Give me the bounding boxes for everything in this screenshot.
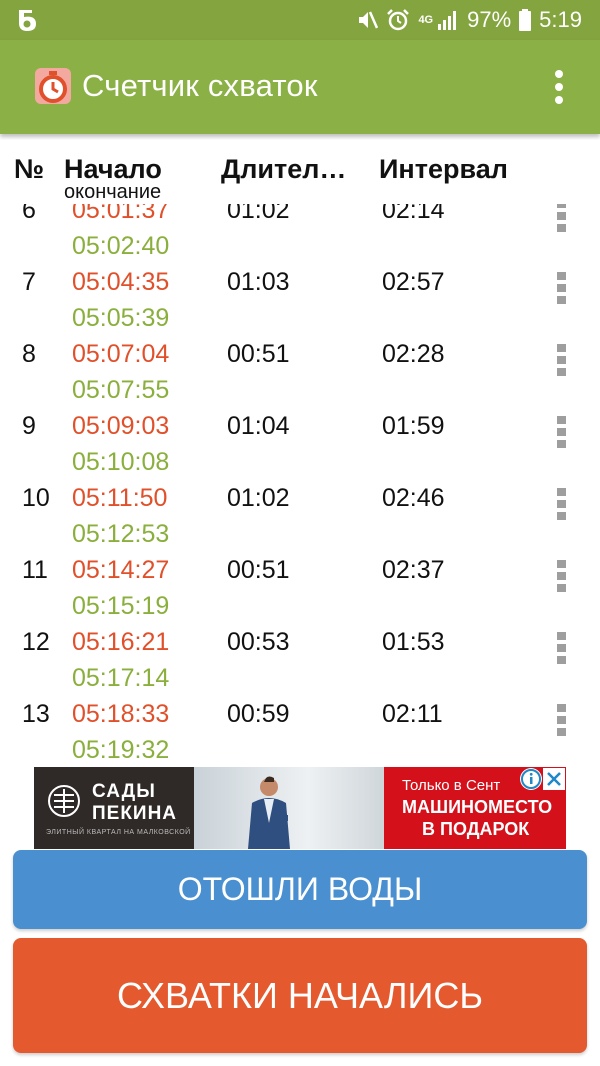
row-menu-icon[interactable]: [557, 416, 567, 450]
end-time: 05:12:53: [72, 520, 170, 548]
ad-photo: [194, 767, 384, 849]
start-time: 05:04:35: [72, 268, 170, 296]
start-time: 05:09:03: [72, 412, 170, 440]
row-menu-icon[interactable]: [557, 200, 567, 234]
battery-icon: [519, 9, 532, 31]
header-end[interactable]: окончание: [64, 181, 161, 204]
interval: 02:46: [382, 484, 445, 512]
status-icons: 4G 97% 5:19: [356, 0, 582, 40]
row-menu-icon[interactable]: [557, 632, 567, 666]
signal-icon: [438, 11, 457, 30]
contractions-started-button[interactable]: СХВАТКИ НАЧАЛИСЬ: [13, 938, 587, 1053]
interval: 01:53: [382, 628, 445, 656]
duration: 01:04: [227, 412, 290, 440]
duration: 00:59: [227, 700, 290, 728]
interval: 02:57: [382, 268, 445, 296]
table-header: № Начало окончание Длител… Интервал: [0, 140, 600, 204]
end-time: 05:02:40: [72, 232, 170, 260]
ad-offer-panel: Только в Сент МАШИНОМЕСТО В ПОДАРОК: [384, 767, 566, 849]
contractions-list[interactable]: 6 05:01:37 05:02:40 01:02 02:14 7 05:04:…: [0, 140, 600, 768]
table-row[interactable]: 11 05:14:27 05:15:19 00:51 02:37: [0, 552, 600, 624]
start-time: 05:11:50: [72, 484, 168, 512]
table-row[interactable]: 12 05:16:21 05:17:14 00:53 01:53: [0, 624, 600, 696]
overflow-menu-icon[interactable]: [554, 70, 564, 106]
ad-info-icon[interactable]: [520, 768, 542, 790]
row-number: 11: [22, 556, 48, 584]
app-notification-icon: [19, 10, 36, 31]
duration: 00:51: [227, 340, 290, 368]
ad-close-icon[interactable]: [543, 768, 565, 790]
alarm-icon: [387, 9, 410, 31]
row-number: 13: [22, 700, 50, 728]
interval: 02:28: [382, 340, 445, 368]
end-time: 05:07:55: [72, 376, 170, 404]
duration: 01:03: [227, 268, 290, 296]
row-number: 12: [22, 628, 50, 656]
start-time: 05:16:21: [72, 628, 170, 656]
row-number: 9: [22, 412, 36, 440]
start-time: 05:07:04: [72, 340, 170, 368]
start-time: 05:14:27: [72, 556, 170, 584]
row-number: 8: [22, 340, 36, 368]
water-broke-button[interactable]: ОТОШЛИ ВОДЫ: [13, 850, 587, 929]
app-title: Счетчик схваток: [82, 68, 318, 103]
end-time: 05:05:39: [72, 304, 170, 332]
end-time: 05:17:14: [72, 664, 170, 692]
table-row[interactable]: 8 05:07:04 05:07:55 00:51 02:28: [0, 336, 600, 408]
ad-banner[interactable]: САДЫ ПЕКИНА ЭЛИТНЫЙ КВАРТАЛ НА МАЛКОВСКО…: [34, 767, 566, 849]
app-bar: Счетчик схваток: [0, 40, 600, 134]
battery-percent: 97%: [467, 7, 512, 32]
ad-offer-line1: МАШИНОМЕСТО: [402, 797, 553, 817]
end-time: 05:15:19: [72, 592, 170, 620]
header-duration[interactable]: Длител…: [221, 154, 346, 185]
mute-icon: [359, 11, 379, 29]
ad-tagline: ЭЛИТНЫЙ КВАРТАЛ НА МАЛКОВСКОЙ: [46, 829, 191, 836]
row-number: 7: [22, 268, 36, 296]
ad-person-image: [248, 776, 290, 849]
header-number[interactable]: №: [14, 154, 44, 185]
ad-brand-panel: САДЫ ПЕКИНА ЭЛИТНЫЙ КВАРТАЛ НА МАЛКОВСКО…: [34, 767, 194, 849]
row-number: 10: [22, 484, 50, 512]
duration: 00:51: [227, 556, 290, 584]
end-time: 05:10:08: [72, 448, 170, 476]
interval: 01:59: [382, 412, 445, 440]
table-row[interactable]: 13 05:18:33 05:19:32 00:59 02:11: [0, 696, 600, 768]
row-menu-icon[interactable]: [557, 704, 567, 738]
row-menu-icon[interactable]: [557, 488, 567, 522]
stopwatch-logo-icon: [35, 68, 71, 104]
table-row[interactable]: 10 05:11:50 05:12:53 01:02 02:46: [0, 480, 600, 552]
ad-brand: САДЫ ПЕКИНА: [92, 781, 178, 824]
table-row[interactable]: 7 05:04:35 05:05:39 01:03 02:57: [0, 264, 600, 336]
interval: 02:11: [382, 700, 443, 728]
ad-emblem-icon: [48, 785, 80, 817]
row-menu-icon[interactable]: [557, 344, 567, 378]
ad-offer-line2: В ПОДАРОК: [422, 819, 530, 839]
interval: 02:37: [382, 556, 445, 584]
row-menu-icon[interactable]: [557, 560, 567, 594]
clock: 5:19: [539, 7, 582, 32]
end-time: 05:19:32: [72, 736, 170, 764]
duration: 01:02: [227, 484, 290, 512]
duration: 00:53: [227, 628, 290, 656]
row-menu-icon[interactable]: [557, 272, 567, 306]
network-4g-icon: 4G: [418, 13, 434, 26]
status-bar: 4G 97% 5:19: [0, 0, 600, 40]
ad-top-text: Только в Сент: [402, 777, 501, 794]
header-interval[interactable]: Интервал: [379, 154, 508, 185]
table-row[interactable]: 9 05:09:03 05:10:08 01:04 01:59: [0, 408, 600, 480]
start-time: 05:18:33: [72, 700, 170, 728]
